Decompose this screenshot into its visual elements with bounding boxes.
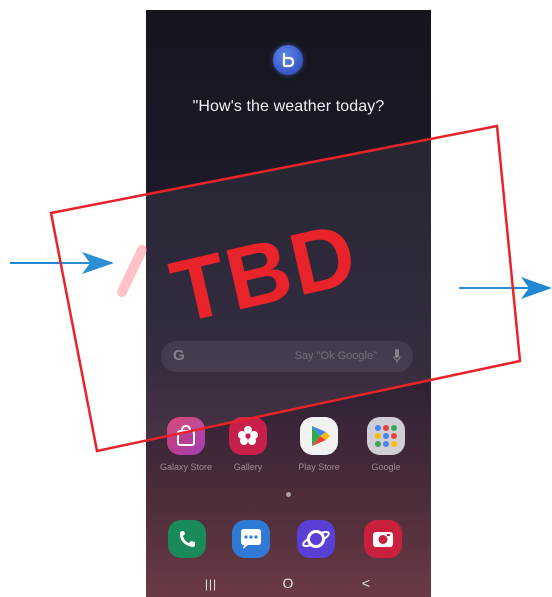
google-folder-icon (367, 417, 405, 455)
camera-icon[interactable] (364, 520, 402, 558)
gallery-icon (229, 417, 267, 455)
app-gallery[interactable]: Gallery (218, 417, 278, 472)
app-label: Play Store (298, 462, 340, 472)
back-button[interactable]: < (356, 575, 376, 591)
app-label: Gallery (233, 462, 263, 472)
app-galaxy-store[interactable]: Galaxy Store (156, 417, 216, 472)
recents-icon: ||| (204, 577, 218, 591)
google-g-icon: G (173, 347, 185, 364)
phone-icon[interactable] (168, 520, 206, 558)
google-search-bar[interactable]: G Say "Ok Google" (161, 341, 413, 372)
page-indicator (286, 492, 291, 497)
canvas: "How's the weather today? G Say "Ok Goog… (0, 0, 552, 597)
left-arrow-icon (10, 252, 114, 274)
voice-query-text: "How's the weather today? (192, 98, 385, 115)
app-google-folder[interactable]: Google (356, 417, 416, 472)
app-label: Google (371, 462, 401, 472)
home-button[interactable]: O (278, 575, 298, 591)
back-icon: < (361, 575, 371, 591)
right-arrow-icon (459, 277, 552, 299)
app-label: Galaxy Store (159, 462, 213, 472)
internet-icon[interactable] (297, 520, 335, 558)
bixby-icon[interactable] (273, 45, 303, 75)
play-store-icon (300, 417, 338, 455)
home-icon: O (282, 575, 294, 591)
search-placeholder: Say "Ok Google" (294, 350, 377, 362)
mic-icon[interactable] (393, 349, 401, 363)
recents-button[interactable]: ||| (201, 575, 221, 591)
galaxy-store-icon (167, 417, 205, 455)
messages-icon[interactable] (232, 520, 270, 558)
app-play-store[interactable]: Play Store (289, 417, 349, 472)
phone-screen: "How's the weather today? G Say "Ok Goog… (146, 10, 431, 597)
